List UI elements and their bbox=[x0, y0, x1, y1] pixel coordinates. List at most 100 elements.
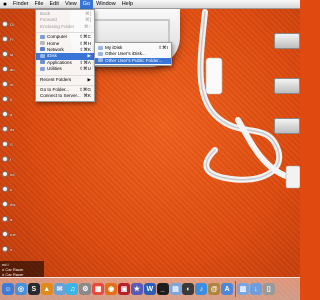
computer-icon bbox=[40, 34, 45, 39]
desktop-item[interactable]: rks bbox=[0, 200, 34, 208]
imovie-icon[interactable]: ★ bbox=[130, 283, 143, 295]
mail-icon[interactable]: ✉ bbox=[53, 283, 66, 295]
item-icon bbox=[2, 36, 8, 42]
desktop-item[interactable]: a bbox=[0, 215, 34, 223]
go-menu-item-shortcut: ⌘K bbox=[83, 93, 91, 99]
menu-go[interactable]: Go bbox=[79, 0, 94, 9]
desktop-item[interactable]: nd bbox=[0, 170, 34, 178]
go-menu-item-label: Home bbox=[47, 40, 60, 46]
app-store-icon[interactable]: A bbox=[221, 283, 234, 295]
go-menu-item[interactable]: Utilities ⇧⌘U bbox=[36, 66, 94, 72]
go-menu-item-label: Network bbox=[47, 46, 64, 52]
desktop-item[interactable]: Di bbox=[0, 20, 34, 28]
idisk-icon bbox=[98, 45, 103, 50]
itunes-icon[interactable]: ♫ bbox=[66, 283, 79, 295]
downloads-folder-icon[interactable]: ↓ bbox=[249, 283, 262, 295]
idisk-submenu: My iDisk ⇧⌘I Other User's iDisk... Other Us… bbox=[94, 42, 172, 66]
desktop-item-label: ll bbox=[10, 97, 12, 102]
item-icon bbox=[2, 141, 8, 147]
desktop-item-label: S bbox=[10, 142, 13, 147]
menu-separator bbox=[36, 73, 94, 76]
desktop-item[interactable]: S bbox=[0, 140, 34, 148]
desktop-item[interactable]: au bbox=[0, 65, 34, 73]
desktop-item[interactable]: ds bbox=[0, 125, 34, 133]
go-menu-item-label: Utilities bbox=[47, 66, 62, 72]
idisk-icon bbox=[40, 53, 45, 58]
go-menu: Back ⌘[Forward ⌘] Enclosing Folder ⌘↑ Compute… bbox=[35, 9, 95, 102]
menu-help[interactable]: Help bbox=[119, 1, 136, 7]
go-menu-item-label: Computer bbox=[47, 34, 68, 40]
menu-bar: ● Finder File Edit View Go Window Help bbox=[0, 0, 300, 9]
go-menu-item-label: Go to Folder... bbox=[40, 86, 70, 92]
idisk-submenu-item-label: My iDisk bbox=[105, 45, 123, 50]
item-icon bbox=[2, 156, 8, 162]
go-menu-item-label: Applications bbox=[47, 59, 72, 65]
dock-separator bbox=[235, 281, 237, 297]
trash-icon[interactable]: ▯ bbox=[262, 283, 275, 295]
desktop-item[interactable]: f bbox=[0, 155, 34, 163]
utilities-icon bbox=[40, 66, 45, 71]
system-preferences-icon[interactable]: ⚙ bbox=[79, 283, 92, 295]
hard-drive-icon[interactable] bbox=[274, 33, 300, 49]
left-icon-strip: Di Fi st au m ll a ds Sf nd u rks a rne o bbox=[0, 10, 34, 260]
desktop-item[interactable]: u bbox=[0, 185, 34, 193]
item-icon bbox=[2, 186, 8, 192]
idisk-icon bbox=[98, 51, 103, 56]
desktop-item-label: u bbox=[10, 187, 13, 192]
hard-drive-icon[interactable] bbox=[274, 78, 300, 94]
dock: ☺ ◎ S ▲ ✉ ♫ ⚙ ▦ ◉ ▣ ★ W _ ▤ ◐ ♪ @ A ▥ ↓ ▯ bbox=[0, 277, 300, 300]
desktop-item[interactable]: st bbox=[0, 50, 34, 58]
itunes-store-icon[interactable]: ♪ bbox=[195, 283, 208, 295]
desktop-item-label: o bbox=[10, 247, 13, 252]
item-icon bbox=[2, 171, 8, 177]
go-menu-item-label: Recent Folders bbox=[40, 76, 72, 82]
address-book-icon[interactable]: @ bbox=[208, 283, 221, 295]
menu-edit[interactable]: Edit bbox=[46, 1, 61, 7]
go-menu-item[interactable]: Recent Folders ▶ bbox=[36, 77, 94, 83]
desktop-item-label: st bbox=[10, 52, 14, 57]
desktop-item[interactable]: a bbox=[0, 110, 34, 118]
desktop-item-label: a bbox=[10, 112, 13, 117]
go-menu-item-shortcut: ▶ bbox=[87, 76, 91, 82]
finder-icon[interactable]: ☺ bbox=[2, 283, 14, 295]
menu-file[interactable]: File bbox=[32, 1, 47, 7]
dashboard-icon[interactable]: ◐ bbox=[182, 283, 195, 295]
preview-icon[interactable]: ▤ bbox=[169, 283, 182, 295]
menu-separator bbox=[36, 83, 94, 86]
documents-folder-icon[interactable]: ▥ bbox=[237, 283, 250, 295]
vlc-icon[interactable]: ▲ bbox=[40, 283, 53, 295]
desktop-item[interactable]: Fi bbox=[0, 35, 34, 43]
safari-icon[interactable]: ◎ bbox=[14, 283, 27, 295]
word-icon[interactable]: W bbox=[143, 283, 156, 295]
hard-drive-icon[interactable] bbox=[274, 118, 300, 134]
desktop-item-label: a bbox=[10, 217, 13, 222]
go-menu-item-label: Connect to Server... bbox=[40, 93, 81, 99]
menu-finder[interactable]: Finder bbox=[10, 1, 32, 7]
firefox-icon[interactable]: ◉ bbox=[105, 283, 118, 295]
home-icon bbox=[40, 41, 45, 46]
item-icon bbox=[2, 51, 8, 57]
desktop-item-label: Di bbox=[10, 22, 14, 27]
desktop-item-label: nd bbox=[10, 172, 15, 177]
applications-icon bbox=[40, 60, 45, 65]
menu-separator bbox=[36, 30, 94, 34]
menu-window[interactable]: Window bbox=[93, 1, 119, 7]
go-menu-item[interactable]: Connect to Server... ⌘K bbox=[36, 93, 94, 99]
desktop-item[interactable]: rne bbox=[0, 230, 34, 238]
desktop-item-label: au bbox=[10, 67, 15, 72]
menu-view[interactable]: View bbox=[62, 1, 80, 7]
desktop-item[interactable]: o bbox=[0, 245, 34, 253]
apple-icon[interactable]: ● bbox=[0, 1, 10, 8]
terminal-icon[interactable]: _ bbox=[156, 283, 169, 295]
go-menu-item-label: Enclosing Folder bbox=[40, 23, 75, 29]
desktop-item[interactable]: ll bbox=[0, 95, 34, 103]
desktop-item[interactable]: m bbox=[0, 80, 34, 88]
photo-booth-icon[interactable]: ▣ bbox=[118, 283, 131, 295]
idisk-submenu-item[interactable]: Other User's Public Folder... bbox=[95, 57, 171, 65]
item-icon bbox=[2, 111, 8, 117]
go-menu-item-label: Back bbox=[40, 11, 51, 16]
ical-icon[interactable]: ▦ bbox=[92, 283, 105, 295]
go-menu-item-shortcut: ⌘↑ bbox=[84, 23, 91, 29]
stocks-widget-icon[interactable]: S bbox=[27, 283, 40, 295]
desktop-item-label: ds bbox=[10, 127, 15, 132]
